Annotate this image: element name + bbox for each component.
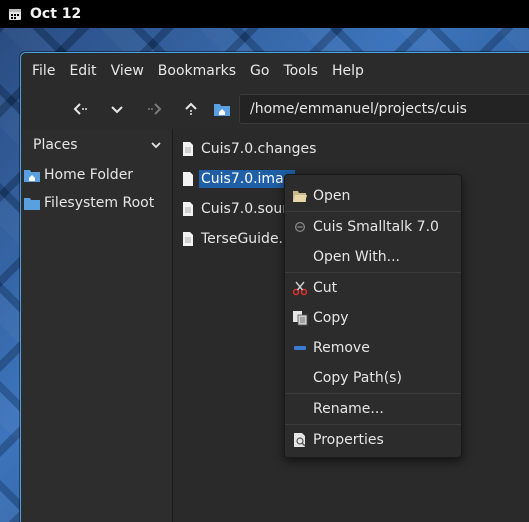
document-icon: [183, 232, 193, 246]
sidebar-item-label: Filesystem Root: [44, 195, 155, 211]
menu-bar: File Edit View Bookmarks Go Tools Help: [21, 53, 529, 89]
menu-bookmarks[interactable]: Bookmarks: [151, 63, 243, 79]
history-dropdown-button[interactable]: [99, 94, 136, 124]
home-folder-icon: [214, 104, 230, 116]
folder-icon: [24, 198, 40, 210]
copy-icon: [291, 310, 309, 326]
menu-item-copy[interactable]: Copy: [285, 303, 461, 333]
menu-help[interactable]: Help: [325, 63, 371, 79]
properties-icon: [291, 432, 309, 448]
menu-item-remove[interactable]: Remove: [285, 333, 461, 363]
context-menu: Open Cuis Smalltalk 7.0 Open With... Cut…: [284, 174, 462, 458]
menu-item-label: Properties: [313, 432, 384, 448]
menu-item-cuis-smalltalk[interactable]: Cuis Smalltalk 7.0: [285, 212, 461, 242]
forward-arrow-icon: [148, 103, 162, 115]
home-folder-icon: [24, 170, 40, 182]
menu-item-copy-path[interactable]: Copy Path(s): [285, 363, 461, 393]
menu-item-label: Copy Path(s): [313, 370, 402, 386]
places-header[interactable]: Places: [21, 129, 172, 161]
menu-item-label: Rename...: [313, 401, 384, 417]
file-name: Cuis7.0.imag: [199, 170, 295, 188]
top-bar: Oct 12: [0, 0, 529, 28]
home-button[interactable]: [209, 101, 235, 117]
menu-item-label: Copy: [313, 310, 349, 326]
calendar-icon: [9, 9, 21, 20]
menu-item-label: Open With...: [313, 249, 400, 265]
sidebar-item-label: Home Folder: [44, 167, 134, 183]
menu-item-label: Cuis Smalltalk 7.0: [313, 219, 439, 235]
sidebar-item-filesystem-root[interactable]: Filesystem Root: [21, 189, 172, 217]
toolbar: /home/emmanuel/projects/cuis: [21, 89, 529, 129]
menu-item-open[interactable]: Open: [285, 181, 461, 211]
menu-edit[interactable]: Edit: [62, 63, 103, 79]
sidebar: Places Home Folder Filesystem Root: [21, 129, 173, 522]
chevron-down-icon: [151, 142, 161, 149]
scissors-icon: [291, 280, 309, 296]
file-name: TerseGuide.p: [201, 231, 292, 247]
menu-file[interactable]: File: [25, 63, 62, 79]
app-icon: [291, 219, 309, 235]
chevron-down-icon: [111, 106, 124, 114]
menu-item-label: Remove: [313, 340, 370, 356]
places-heading: Places: [33, 137, 78, 153]
menu-tools[interactable]: Tools: [276, 63, 325, 79]
file-item[interactable]: Cuis7.0.sour: [182, 198, 290, 220]
menu-item-properties[interactable]: Properties: [285, 425, 461, 455]
file-name: Cuis7.0.sour: [201, 201, 289, 217]
menu-view[interactable]: View: [104, 63, 151, 79]
document-icon: [183, 172, 193, 186]
document-icon: [183, 142, 193, 156]
file-item[interactable]: Cuis7.0.changes: [182, 138, 318, 160]
menu-item-label: Cut: [313, 280, 338, 296]
forward-button[interactable]: [136, 94, 173, 124]
menu-item-rename[interactable]: Rename...: [285, 394, 461, 424]
parent-folder-button[interactable]: [172, 94, 209, 124]
location-path-input[interactable]: /home/emmanuel/projects/cuis: [239, 94, 529, 124]
menu-item-label: Open: [313, 188, 351, 204]
menu-go[interactable]: Go: [243, 63, 276, 79]
menu-item-open-with[interactable]: Open With...: [285, 242, 461, 272]
file-item[interactable]: TerseGuide.p: [182, 228, 294, 250]
remove-icon: [291, 340, 309, 356]
sidebar-item-home-folder[interactable]: Home Folder: [21, 161, 172, 189]
up-arrow-icon: [184, 102, 197, 115]
file-name: Cuis7.0.changes: [201, 141, 317, 157]
back-button[interactable]: [63, 94, 100, 124]
back-arrow-icon: [73, 103, 87, 115]
menu-item-cut[interactable]: Cut: [285, 273, 461, 303]
document-icon: [183, 202, 193, 216]
clock-date[interactable]: Oct 12: [30, 6, 81, 22]
open-folder-icon: [291, 188, 309, 204]
file-item-selected[interactable]: Cuis7.0.imag: [182, 168, 295, 190]
